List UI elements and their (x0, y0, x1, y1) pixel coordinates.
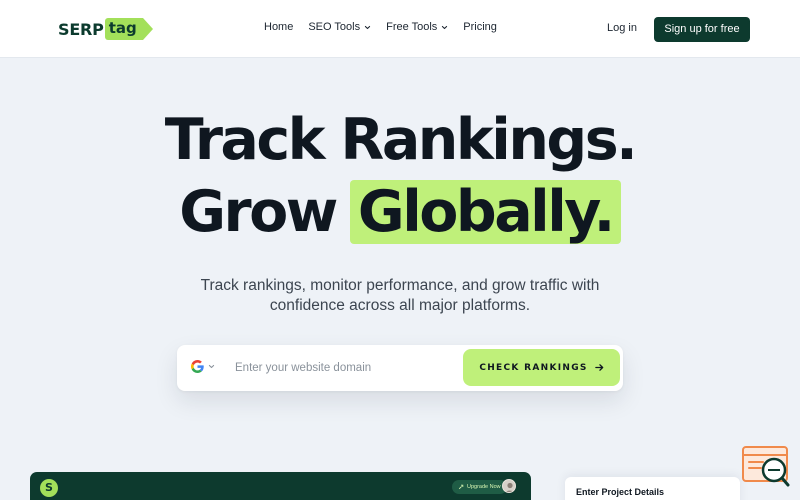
avatar[interactable] (502, 479, 516, 493)
hero-headline-prefix: Grow (179, 179, 338, 245)
hero-subtitle-line1: Track rankings, monitor performance, and… (200, 277, 600, 294)
chat-support-widget-icon[interactable] (741, 445, 791, 489)
dashboard-logo: S (40, 479, 58, 497)
nav-home-label: Home (264, 21, 294, 33)
upgrade-now-button[interactable]: Upgrade Now (452, 480, 507, 494)
rocket-icon (458, 484, 464, 490)
nav-free-tools-label: Free Tools (386, 21, 438, 33)
nav-home-link[interactable]: Home (264, 21, 293, 33)
search-engine-selector[interactable] (191, 360, 215, 373)
hero-headline-line1: Track Rankings. (164, 107, 638, 173)
domain-input[interactable] (235, 357, 457, 379)
chevron-down-icon (442, 25, 448, 29)
logo-tag-text: tag (104, 18, 153, 40)
arrow-right-icon (594, 364, 603, 371)
nav-seo-tools-dropdown[interactable]: SEO Tools (308, 21, 371, 33)
signup-button[interactable]: Sign up for free (654, 17, 750, 42)
nav-seo-tools-label: SEO Tools (308, 21, 361, 33)
google-icon (191, 360, 204, 373)
chevron-down-icon (208, 364, 215, 369)
chevron-down-icon (365, 25, 371, 29)
login-link[interactable]: Log in (607, 22, 637, 34)
avatar-silhouette-icon (505, 482, 515, 492)
project-details-card: Enter Project Details (565, 477, 740, 500)
nav-pricing-label: Pricing (463, 21, 497, 33)
serptag-logo[interactable]: SERP tag (58, 17, 153, 41)
nav-links: Home SEO Tools Free Tools Pricing (264, 21, 512, 33)
hero-subtitle-line2: confidence across all major platforms. (269, 297, 531, 314)
top-navbar: SERP tag Home SEO Tools Free Tools Prici… (0, 0, 800, 58)
nav-free-tools-dropdown[interactable]: Free Tools (386, 21, 448, 33)
check-rankings-button[interactable]: CHECK RANKINGS (463, 349, 620, 386)
hero-headline-highlight: Globally. (349, 180, 621, 244)
dashboard-preview: S Upgrade Now (30, 472, 531, 500)
logo-serp-text: SERP (58, 19, 104, 39)
check-rankings-label: CHECK RANKINGS (479, 362, 588, 373)
domain-search-bar: CHECK RANKINGS (177, 345, 623, 391)
hero-headline-line2: Grow Globally. (0, 179, 800, 245)
hero-subtitle: Track rankings, monitor performance, and… (0, 276, 800, 316)
project-details-title: Enter Project Details (576, 487, 665, 497)
nav-pricing-link[interactable]: Pricing (463, 21, 497, 33)
upgrade-now-label: Upgrade Now (467, 484, 501, 490)
